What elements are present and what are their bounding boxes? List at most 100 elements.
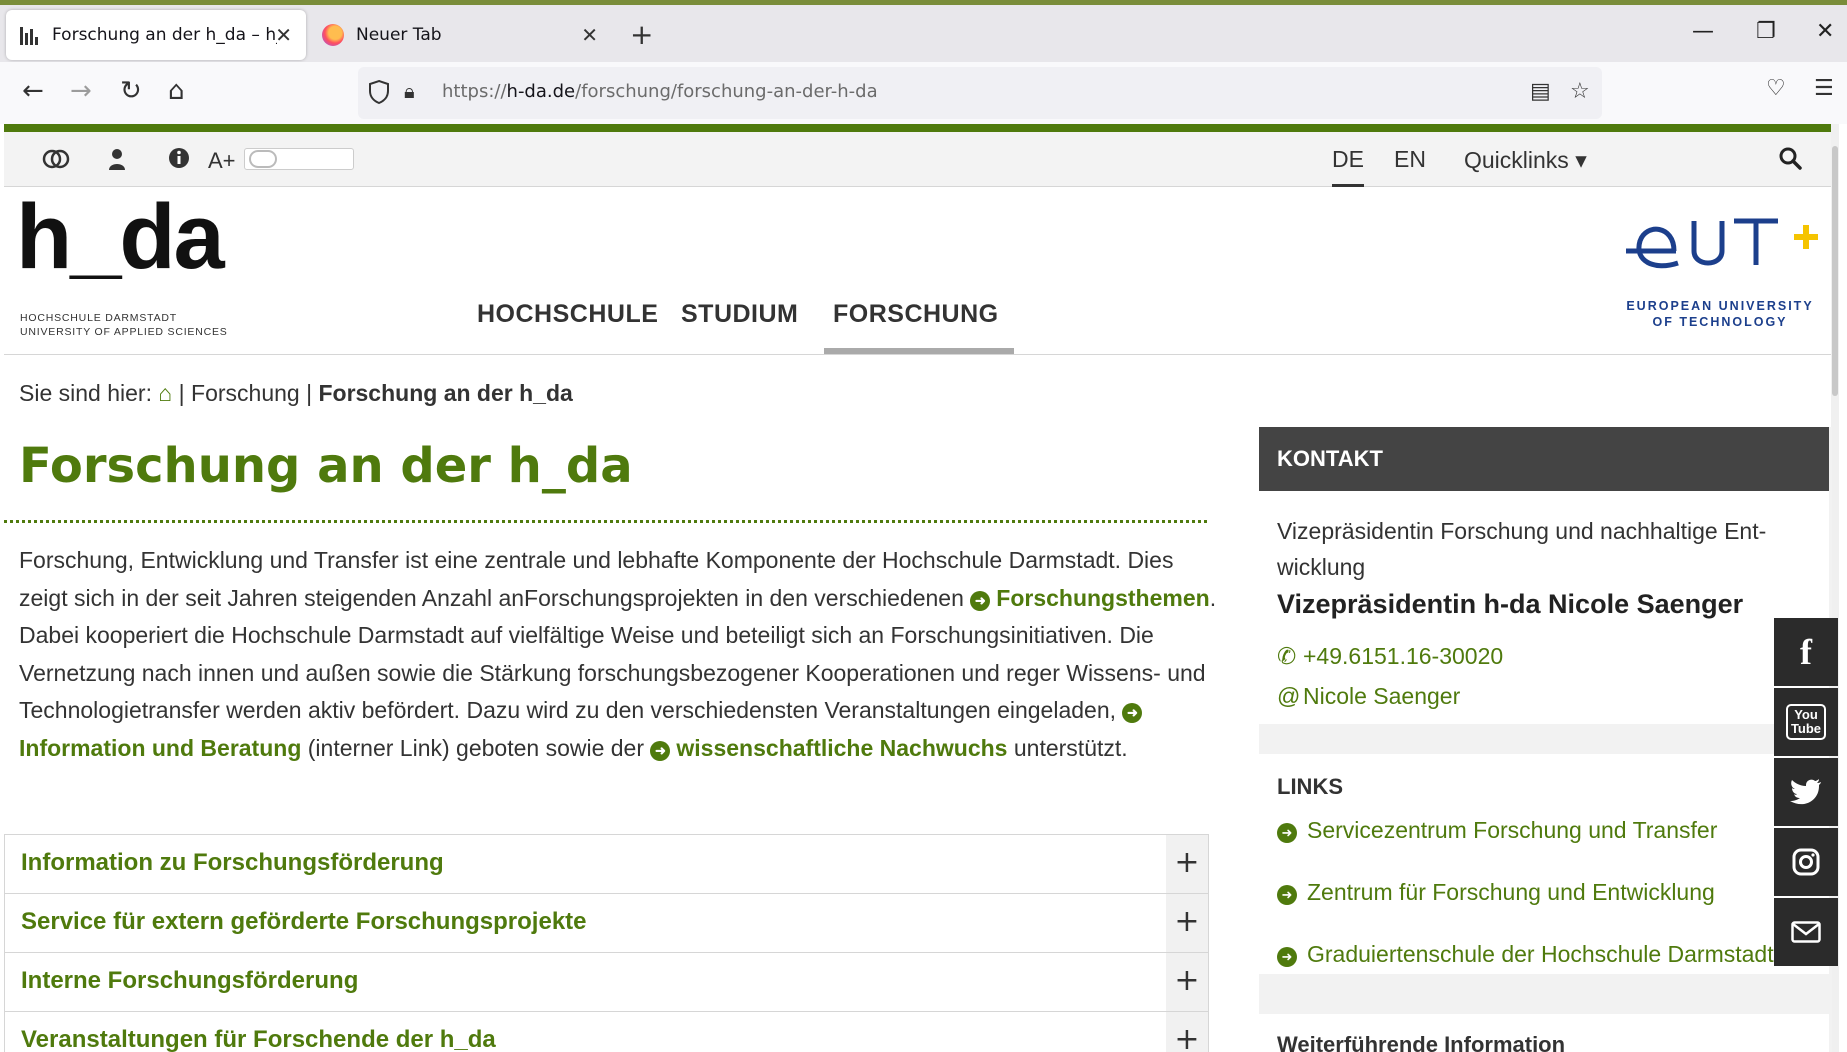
twitter-icon bbox=[1790, 779, 1821, 805]
menu-icon[interactable]: ☰ bbox=[1814, 76, 1834, 101]
arrow-circle-icon: ➜ bbox=[1122, 703, 1143, 723]
hda-favicon-icon bbox=[20, 25, 40, 45]
page-title: Forschung an der h_da bbox=[19, 438, 633, 494]
social-bar: f You Tube bbox=[1774, 618, 1838, 968]
back-arrow-icon[interactable]: ← bbox=[22, 76, 44, 106]
link-forschungsthemen[interactable]: ➜ For­schungsthemen bbox=[970, 585, 1210, 611]
contact-email[interactable]: @ Nicole Saenger bbox=[1277, 683, 1460, 710]
home-icon[interactable]: ⌂ bbox=[158, 380, 172, 406]
accordion-item[interactable]: Service für extern geförderte Forschungs… bbox=[4, 893, 1209, 952]
nav-hochschule[interactable]: HOCHSCHULE bbox=[477, 300, 658, 329]
close-window-button[interactable]: ✕ bbox=[1816, 19, 1834, 44]
lock-icon[interactable]: 🔒︎ bbox=[404, 79, 415, 103]
hda-logo[interactable]: h_da bbox=[16, 186, 225, 288]
contact-card: KONTAKT Vizepräsidentin Forschung und na… bbox=[1259, 427, 1829, 724]
accordion-item[interactable]: Information zu Forschungsförderung + bbox=[4, 834, 1209, 893]
nav-active-indicator bbox=[824, 348, 1014, 354]
instagram-button[interactable] bbox=[1774, 828, 1838, 896]
nav-forschung[interactable]: FORSCHUNG bbox=[833, 300, 999, 329]
site-header: h_da HOCHSCHULE DARMSTADT UNIVERSITY OF … bbox=[4, 186, 1831, 355]
breadcrumb-item-forschung[interactable]: Forschung bbox=[191, 380, 300, 406]
shield-icon[interactable] bbox=[368, 79, 390, 105]
sidebar-link[interactable]: ➜ Graduiertenschule der Hochschule Darmst… bbox=[1277, 941, 1774, 968]
contrast-toggle-icon[interactable] bbox=[42, 149, 70, 169]
sidebar-link[interactable]: ➜ Servicezentrum Forschung und Transfer bbox=[1277, 817, 1717, 844]
twitter-button[interactable] bbox=[1774, 758, 1838, 826]
accordion-item[interactable]: Veranstaltungen für Forschende der h_da … bbox=[4, 1011, 1209, 1052]
browser-tab-active[interactable]: Forschung an der h_da – h_da H ✕ bbox=[6, 10, 306, 60]
breadcrumb-current: Forschung an der h_da bbox=[318, 380, 573, 406]
contact-card-title: KONTAKT bbox=[1259, 427, 1829, 491]
instagram-icon bbox=[1792, 848, 1820, 876]
accordion-label[interactable]: Veranstaltungen für Forschende der h_da bbox=[21, 1026, 496, 1052]
breadcrumb-prefix: Sie sind hier: bbox=[19, 380, 152, 406]
link-wissenschaftlicher-nachwuchs[interactable]: ➜ wissen­schaftliche Nachwuchs bbox=[650, 735, 1007, 761]
mail-button[interactable] bbox=[1774, 898, 1838, 966]
search-icon[interactable] bbox=[1778, 146, 1802, 170]
arrow-circle-icon: ➜ bbox=[650, 740, 671, 761]
home-icon[interactable]: ⌂ bbox=[168, 76, 185, 106]
forward-arrow-icon[interactable]: → bbox=[70, 76, 92, 106]
font-size-button[interactable]: A+ bbox=[208, 148, 236, 174]
arrow-circle-icon: ➜ bbox=[1277, 885, 1297, 905]
tab-close-icon[interactable]: ✕ bbox=[275, 23, 292, 47]
facebook-button[interactable]: f bbox=[1774, 618, 1838, 686]
youtube-button[interactable]: You Tube bbox=[1774, 688, 1838, 756]
intro-paragraph: Forschung, Entwicklung und Transfer ist … bbox=[19, 547, 1217, 761]
user-icon[interactable] bbox=[108, 148, 126, 170]
title-divider bbox=[4, 520, 1207, 523]
tab-close-icon[interactable]: ✕ bbox=[581, 23, 598, 47]
eut-text-1: EUROPEAN UNIVERSITY bbox=[1626, 299, 1814, 313]
nav-studium[interactable]: STUDIUM bbox=[681, 300, 798, 329]
youtube-icon: You Tube bbox=[1785, 704, 1827, 740]
info-icon[interactable] bbox=[168, 147, 190, 169]
web-page: A+ DE EN Quicklinks ▾ h_da HOCHSCHULE DA… bbox=[4, 124, 1839, 1052]
top-accent-bar bbox=[4, 124, 1839, 132]
scrollbar-thumb[interactable] bbox=[1832, 146, 1838, 396]
arrow-circle-icon: ➜ bbox=[1277, 947, 1297, 967]
lang-de[interactable]: DE bbox=[1332, 146, 1364, 188]
lang-en[interactable]: EN bbox=[1394, 146, 1426, 173]
arrow-circle-icon: ➜ bbox=[970, 590, 991, 611]
accordion-label[interactable]: Service für extern geförderte Forschungs… bbox=[21, 908, 587, 936]
tab-title: Forschung an der h_da – h_da H bbox=[52, 25, 277, 45]
pocket-icon[interactable]: ♡ bbox=[1766, 76, 1786, 101]
browser-nav-bar: ← → ↻ ⌂ 🔒︎ https://h-da.de/forschung/for… bbox=[0, 62, 1847, 124]
at-icon: @ bbox=[1277, 683, 1301, 709]
maximize-button[interactable]: ❐ bbox=[1756, 19, 1776, 44]
accordion-label[interactable]: Interne Forschungsförderung bbox=[21, 967, 358, 995]
contact-role: Vizepräsidentin Forschung und nachhaltig… bbox=[1277, 518, 1767, 580]
contact-phone[interactable]: ✆ +49.6151.16-30020 bbox=[1277, 643, 1503, 670]
links-card: LINKS ➜ Servicezentrum Forschung und Tran… bbox=[1259, 754, 1829, 974]
url-bar[interactable]: 🔒︎ https://h-da.de/forschung/forschung-a… bbox=[358, 67, 1602, 119]
utility-bar: A+ DE EN Quicklinks ▾ bbox=[4, 132, 1831, 188]
facebook-icon: f bbox=[1800, 632, 1812, 672]
links-card-title: LINKS bbox=[1277, 774, 1343, 799]
sidebar-link[interactable]: ➜ Zentrum für Forschung und Entwicklung bbox=[1277, 879, 1715, 906]
quicklinks-dropdown[interactable]: Quicklinks ▾ bbox=[1464, 147, 1587, 174]
bookmark-star-icon[interactable]: ☆ bbox=[1570, 79, 1590, 104]
expand-plus-icon[interactable]: + bbox=[1166, 1012, 1208, 1052]
new-tab-button[interactable]: + bbox=[630, 18, 653, 51]
mail-icon bbox=[1791, 921, 1821, 943]
url-text[interactable]: https://h-da.de/forschung/forschung-an-d… bbox=[442, 81, 878, 102]
breadcrumb: Sie sind hier: ⌂ | Forschung | Forschung… bbox=[19, 380, 573, 406]
sidebar: KONTAKT Vizepräsidentin Forschung und na… bbox=[1259, 427, 1832, 1052]
accordion-label[interactable]: Information zu Forschungsförderung bbox=[21, 849, 444, 877]
more-info-card: Weiterführende Information bbox=[1259, 1014, 1829, 1052]
logo-subtitle-1: HOCHSCHULE DARMSTADT bbox=[20, 312, 177, 324]
reload-icon[interactable]: ↻ bbox=[120, 76, 142, 106]
firefox-favicon-icon bbox=[322, 24, 344, 46]
tab-title: Neuer Tab bbox=[356, 25, 442, 45]
browser-tab-bar: Forschung an der h_da – h_da H ✕ Neuer T… bbox=[0, 0, 1847, 62]
browser-tab-newtab[interactable]: Neuer Tab ✕ bbox=[312, 10, 612, 60]
expand-plus-icon[interactable]: + bbox=[1166, 894, 1208, 952]
slider-knob[interactable] bbox=[249, 150, 277, 168]
logo-subtitle-2: UNIVERSITY OF APPLIED SCIENCES bbox=[20, 326, 228, 338]
reader-view-icon[interactable]: ▤ bbox=[1530, 79, 1551, 104]
font-size-slider[interactable] bbox=[244, 148, 354, 170]
accordion-item[interactable]: Interne Forschungsförderung + bbox=[4, 952, 1209, 1011]
minimize-button[interactable]: — bbox=[1692, 19, 1714, 44]
expand-plus-icon[interactable]: + bbox=[1166, 835, 1208, 893]
expand-plus-icon[interactable]: + bbox=[1166, 953, 1208, 1011]
